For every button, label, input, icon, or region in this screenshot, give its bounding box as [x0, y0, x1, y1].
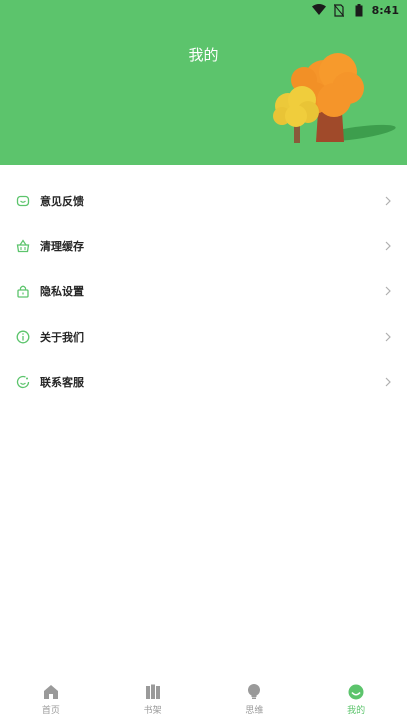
tab-label: 思维	[245, 706, 264, 716]
menu-item-label: 隐私设置	[40, 285, 84, 299]
info-icon	[16, 330, 30, 344]
tab-label: 首页	[41, 706, 60, 716]
status-bar: 8:41	[311, 0, 407, 20]
menu-item-clear-cache[interactable]: 清理缓存	[0, 223, 407, 268]
chevron-right-icon	[383, 286, 393, 296]
menu-item-label: 意见反馈	[40, 194, 84, 208]
bottom-tab-bar: 首页 书架 思维 我的	[0, 675, 407, 725]
home-icon	[42, 683, 60, 701]
menu-item-label: 清理缓存	[40, 240, 84, 254]
clear-cache-icon	[16, 239, 30, 253]
tab-bookshelf[interactable]: 书架	[102, 675, 204, 725]
header: 8:41 我的	[0, 0, 407, 165]
chevron-right-icon	[383, 377, 393, 387]
bookshelf-icon	[144, 683, 162, 701]
wifi-icon	[311, 3, 326, 17]
menu-item-feedback[interactable]: 意见反馈	[0, 178, 407, 223]
menu-item-about-us[interactable]: 关于我们	[0, 314, 407, 359]
menu-item-privacy[interactable]: 隐私设置	[0, 269, 407, 314]
battery-icon	[352, 3, 366, 17]
chevron-right-icon	[383, 241, 393, 251]
menu-item-label: 关于我们	[40, 330, 84, 344]
menu-item-label: 联系客服	[40, 376, 84, 390]
menu-item-customer-service[interactable]: 联系客服	[0, 360, 407, 405]
chevron-right-icon	[383, 332, 393, 342]
profile-icon	[347, 683, 365, 701]
customer-service-icon	[16, 375, 30, 389]
status-time: 8:41	[371, 3, 399, 17]
no-sim-icon	[332, 3, 346, 17]
lock-icon	[16, 284, 30, 299]
tree-illustration	[273, 53, 396, 143]
tab-label: 我的	[347, 706, 366, 716]
profile-screen: 8:41 我的 意见反馈 清理缓存 隐私设置 关于我们 联系客服 首页 书架 思…	[0, 0, 407, 725]
tab-profile[interactable]: 我的	[305, 675, 407, 725]
lightbulb-icon	[245, 683, 263, 701]
chevron-right-icon	[383, 196, 393, 206]
tab-label: 书架	[143, 706, 162, 716]
tab-home[interactable]: 首页	[0, 675, 102, 725]
settings-menu: 意见反馈 清理缓存 隐私设置 关于我们 联系客服	[0, 178, 407, 405]
feedback-icon	[16, 194, 30, 208]
tab-thinking[interactable]: 思维	[204, 675, 306, 725]
